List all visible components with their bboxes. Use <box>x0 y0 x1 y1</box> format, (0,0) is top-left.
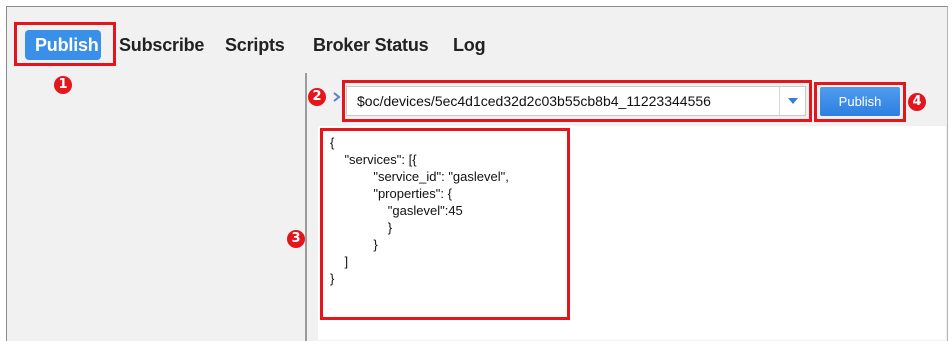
pane-divider[interactable] <box>305 73 307 341</box>
tab-subscribe[interactable]: Subscribe <box>119 30 204 60</box>
tab-bar: Publish Subscribe Scripts Broker Status … <box>7 7 947 73</box>
payload-line: } <box>330 220 393 235</box>
payload-line: } <box>330 271 335 286</box>
payload-line: { <box>330 135 335 150</box>
chevron-down-icon <box>788 98 798 104</box>
payload-line: ] <box>330 254 349 269</box>
tab-broker-status[interactable]: Broker Status <box>313 30 429 60</box>
topic-select[interactable]: $oc/devices/5ec4d1ced32d2c03b55cb8b4_112… <box>346 86 806 116</box>
annotation-badge-2: 2 <box>308 88 326 106</box>
payload-line: "properties": { <box>330 186 452 201</box>
annotation-badge-1: 1 <box>54 76 72 94</box>
topic-dropdown-button[interactable] <box>779 87 805 115</box>
topic-input[interactable]: $oc/devices/5ec4d1ced32d2c03b55cb8b4_112… <box>357 87 767 115</box>
payload-text[interactable]: { "services": [{ "service_id": "gaslevel… <box>330 134 509 287</box>
payload-line: "services": [{ <box>330 152 417 167</box>
chevron-right-icon <box>332 92 342 102</box>
tab-log[interactable]: Log <box>453 30 486 60</box>
payload-line: "service_id": "gaslevel", <box>330 169 509 184</box>
tab-scripts[interactable]: Scripts <box>225 30 285 60</box>
annotation-badge-4: 4 <box>908 93 926 111</box>
payload-line: } <box>330 237 378 252</box>
payload-line: "gaslevel":45 <box>330 203 463 218</box>
publish-button[interactable]: Publish <box>820 87 900 116</box>
annotation-badge-3: 3 <box>287 230 305 248</box>
tab-publish[interactable]: Publish <box>25 30 101 60</box>
